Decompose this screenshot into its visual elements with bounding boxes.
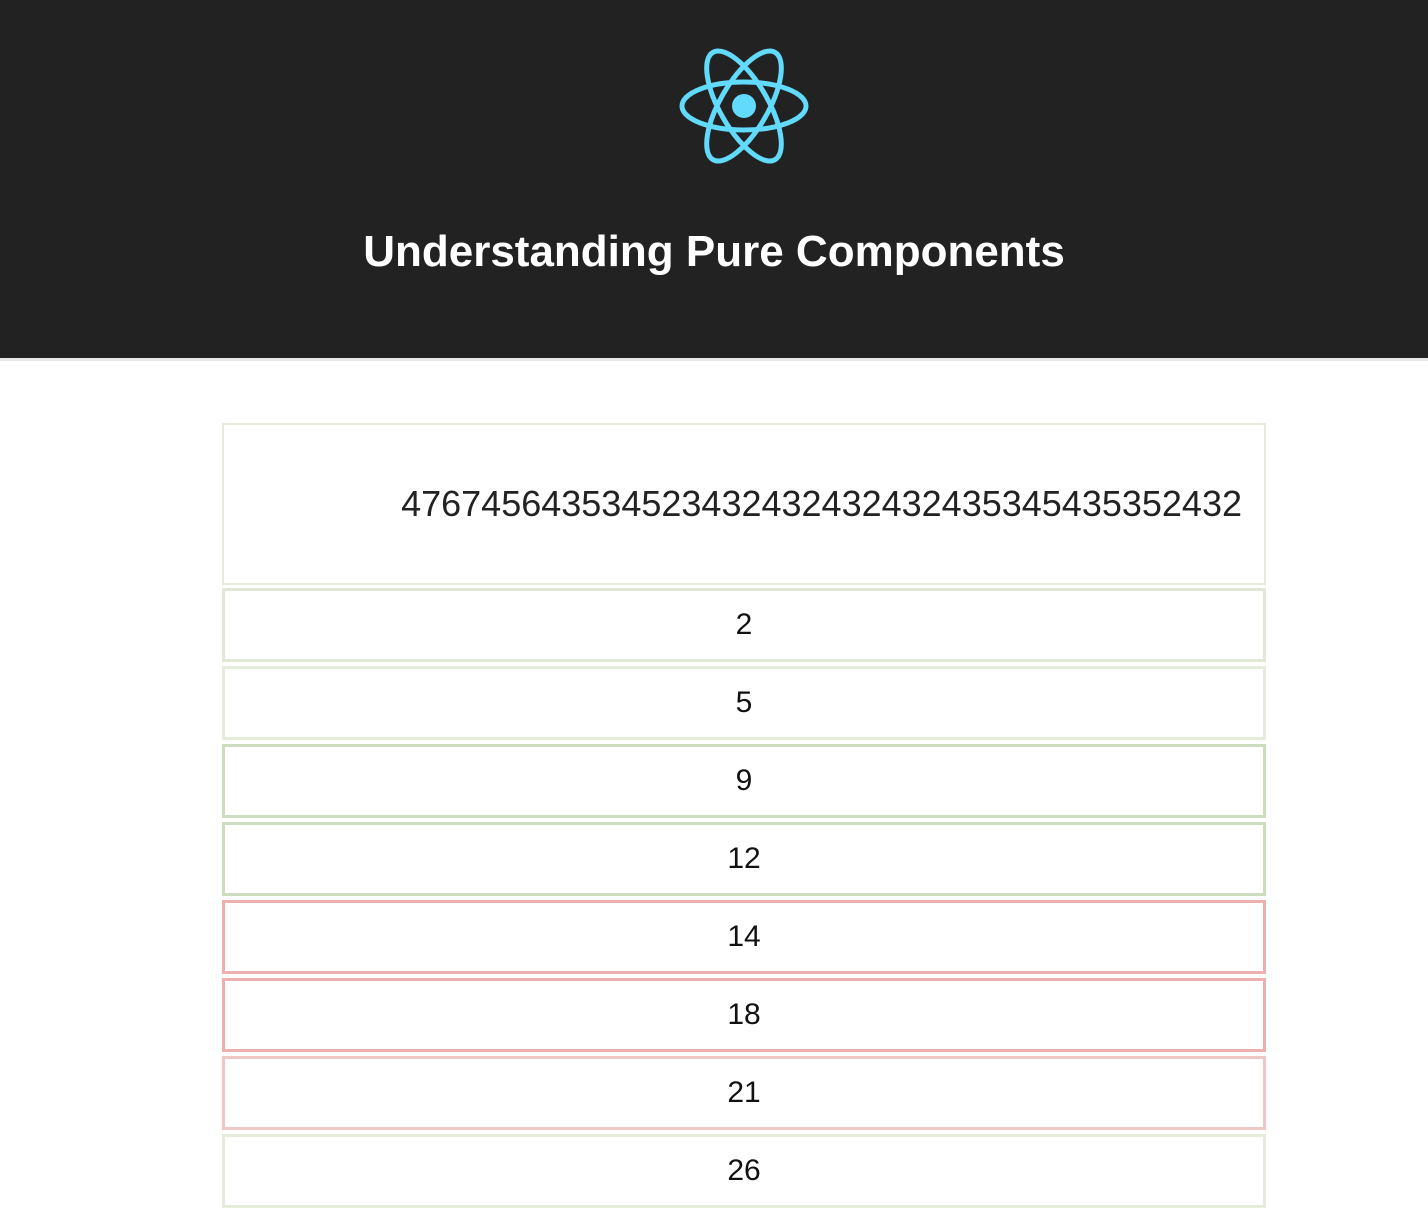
page-title: Understanding Pure Components (363, 227, 1065, 276)
list-item-label: 18 (727, 998, 761, 1031)
list-item: 2 (222, 588, 1266, 662)
list-item-label: 12 (727, 842, 761, 875)
list-item-label: 9 (735, 764, 753, 797)
list-item-label: 21 (727, 1076, 761, 1109)
number-list: 2 5 9 12 14 18 21 26 (222, 588, 1266, 1212)
list-item: 12 (222, 822, 1266, 896)
list-item: 9 (222, 744, 1266, 818)
number-input[interactable] (224, 425, 1264, 583)
list-item: 26 (222, 1134, 1266, 1208)
list-item: 5 (222, 666, 1266, 740)
list-item-label: 14 (727, 920, 761, 953)
list-item-label: 26 (727, 1154, 761, 1187)
app-header: Understanding Pure Components (0, 0, 1428, 361)
list-item-label: 2 (735, 608, 753, 641)
list-item: 18 (222, 978, 1266, 1052)
number-input-container (222, 423, 1266, 585)
react-atom-icon (679, 48, 809, 164)
list-item: 21 (222, 1056, 1266, 1130)
list-item-label: 5 (735, 686, 753, 719)
list-item: 14 (222, 900, 1266, 974)
